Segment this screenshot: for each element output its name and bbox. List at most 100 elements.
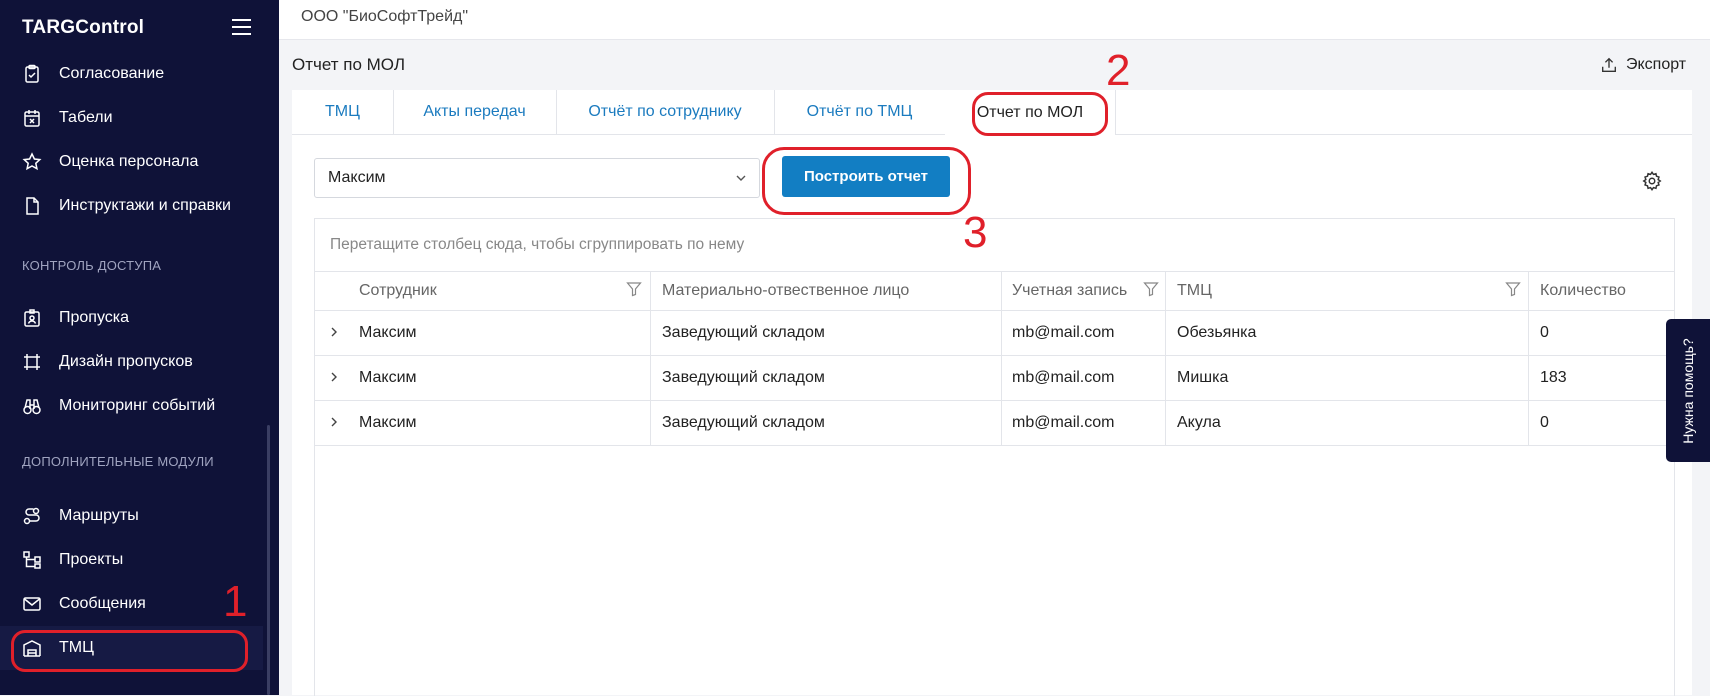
gear-icon[interactable]	[1641, 170, 1663, 192]
sidebar-item-projects[interactable]: Проекты	[0, 538, 263, 582]
sidebar-item-label: Мониторинг событий	[59, 397, 216, 414]
column-header-label: Материально-отвественное лицо	[662, 282, 910, 299]
column-header-quantity[interactable]: Количество	[1528, 271, 1674, 310]
sidebar-scrollbar[interactable]	[267, 425, 270, 695]
filter-icon[interactable]	[1505, 281, 1521, 297]
tab-transfer-acts[interactable]: Акты передач	[393, 90, 557, 134]
employee-select-value: Максим	[328, 169, 386, 186]
tab-tmc-report[interactable]: Отчёт по ТМЦ	[774, 90, 946, 134]
filter-icon[interactable]	[1143, 281, 1159, 297]
section-extra-modules: ДОПОЛНИТЕЛЬНЫЕ МОДУЛИ	[22, 454, 214, 469]
cell-employee: Максим	[359, 324, 417, 341]
sidebar-item-label: Маршруты	[59, 507, 139, 524]
sidebar-item-label: Сообщения	[59, 595, 146, 612]
calendar-icon	[24, 110, 40, 127]
report-card: ТМЦ Акты передач Отчёт по сотруднику Отч…	[292, 90, 1692, 696]
design-icon	[24, 354, 40, 370]
column-header-tmc[interactable]: ТМЦ	[1165, 271, 1529, 310]
column-header-label: Количество	[1540, 282, 1626, 299]
sidebar-item-label: Инструктажи и справки	[59, 197, 231, 214]
annotation-number-1: 1	[223, 577, 248, 626]
star-icon	[22, 152, 42, 171]
export-label: Экспорт	[1626, 56, 1687, 73]
tab-label: ТМЦ	[325, 103, 360, 120]
group-panel-hint: Перетащите столбец сюда, чтобы сгруппиро…	[330, 236, 745, 253]
sidebar-item-tmc[interactable]: ТМЦ	[0, 626, 263, 670]
group-panel[interactable]: Перетащите столбец сюда, чтобы сгруппиро…	[315, 219, 1674, 272]
sidebar-item-label: ТМЦ	[59, 639, 94, 656]
cell-tmc: Акула	[1177, 414, 1221, 431]
table-row[interactable]: Максим Заведующий складом mb@mail.com Об…	[315, 311, 1674, 356]
column-header-account[interactable]: Учетная запись	[1001, 271, 1166, 310]
tab-employee-report[interactable]: Отчёт по сотруднику	[556, 90, 775, 134]
build-report-button[interactable]: Построить отчет	[782, 156, 950, 197]
sidebar-item-event-monitoring[interactable]: Мониторинг событий	[0, 384, 263, 428]
tab-label: Отчёт по ТМЦ	[806, 103, 913, 120]
column-header-responsible[interactable]: Материально-отвественное лицо	[650, 271, 1002, 310]
badge-icon	[24, 309, 40, 327]
column-header-employee[interactable]: Сотрудник	[315, 271, 651, 310]
sidebar-item-label: Пропуска	[59, 309, 130, 326]
binoculars-icon	[23, 399, 41, 415]
chevron-right-icon[interactable]	[328, 415, 340, 429]
document-icon	[26, 197, 39, 215]
upload-icon	[1602, 57, 1616, 72]
column-header-label: Учетная запись	[1012, 282, 1128, 299]
sidebar-item-briefings[interactable]: Инструктажи и справки	[0, 184, 263, 228]
annotation-number-3: 3	[963, 208, 988, 257]
company-name: ООО "БиоСофтТрейд"	[301, 8, 469, 25]
cell-responsible: Заведующий складом	[662, 414, 825, 431]
project-icon	[23, 551, 41, 569]
grid-header: Сотрудник Материально-отвественное лицо …	[315, 271, 1674, 311]
table-row[interactable]: Максим Заведующий складом mb@mail.com Ми…	[315, 356, 1674, 401]
column-header-label: Сотрудник	[359, 282, 437, 299]
top-bar: ООО "БиоСофтТрейд"	[279, 0, 1710, 40]
build-report-label: Построить отчет	[803, 168, 929, 185]
export-button[interactable]: Экспорт	[1600, 56, 1686, 74]
tab-label: Акты передач	[423, 103, 526, 120]
cell-responsible: Заведующий складом	[662, 369, 825, 386]
sidebar-item-staff-rating[interactable]: Оценка персонала	[0, 140, 263, 184]
cell-employee: Максим	[359, 369, 417, 386]
cell-responsible: Заведующий складом	[662, 324, 825, 341]
cell-account: mb@mail.com	[1012, 369, 1115, 386]
checklist-icon	[25, 64, 39, 83]
warehouse-icon	[23, 640, 41, 657]
cell-quantity: 0	[1540, 414, 1549, 431]
tab-label: Отчёт по сотруднику	[588, 103, 742, 120]
chevron-down-icon	[736, 175, 746, 181]
cell-quantity: 183	[1540, 369, 1567, 386]
column-header-label: ТМЦ	[1177, 282, 1212, 299]
sidebar-item-routes[interactable]: Маршруты	[0, 494, 263, 538]
tab-bar: ТМЦ Акты передач Отчёт по сотруднику Отч…	[292, 90, 1692, 135]
help-tab[interactable]: Нужна помощь?	[1666, 319, 1710, 462]
page-title: Отчет по МОЛ	[292, 55, 405, 74]
table-row[interactable]: Максим Заведующий складом mb@mail.com Ак…	[315, 401, 1674, 446]
app-logo: TARGControl	[22, 17, 145, 38]
sidebar-item-approval[interactable]: Согласование	[0, 52, 263, 96]
employee-select[interactable]: Максим	[314, 158, 760, 198]
mail-icon	[23, 597, 41, 611]
cell-tmc: Мишка	[1177, 369, 1229, 386]
tab-label: Отчет по МОЛ	[976, 103, 1084, 121]
tab-tmc[interactable]: ТМЦ	[292, 90, 394, 134]
sidebar-item-passes[interactable]: Пропуска	[0, 296, 263, 340]
cell-quantity: 0	[1540, 324, 1549, 341]
route-icon	[23, 507, 40, 525]
sidebar-item-label: Согласование	[59, 65, 165, 82]
sidebar-item-label: Проекты	[59, 551, 124, 568]
cell-tmc: Обезьянка	[1177, 324, 1257, 341]
chevron-right-icon[interactable]	[328, 325, 340, 339]
menu-icon[interactable]	[232, 19, 251, 35]
sidebar-item-label: Оценка персонала	[59, 153, 199, 170]
sidebar-item-timesheets[interactable]: Табели	[0, 96, 263, 140]
cell-account: mb@mail.com	[1012, 414, 1115, 431]
sidebar-item-pass-design[interactable]: Дизайн пропусков	[0, 340, 263, 384]
sidebar-item-label: Табели	[59, 109, 113, 126]
section-access-control: КОНТРОЛЬ ДОСТУПА	[22, 258, 162, 273]
sidebar-item-label: Дизайн пропусков	[59, 353, 193, 370]
tab-mol-report[interactable]: Отчет по МОЛ	[945, 90, 1116, 135]
cell-employee: Максим	[359, 414, 417, 431]
chevron-right-icon[interactable]	[328, 370, 340, 384]
filter-icon[interactable]	[626, 281, 642, 297]
